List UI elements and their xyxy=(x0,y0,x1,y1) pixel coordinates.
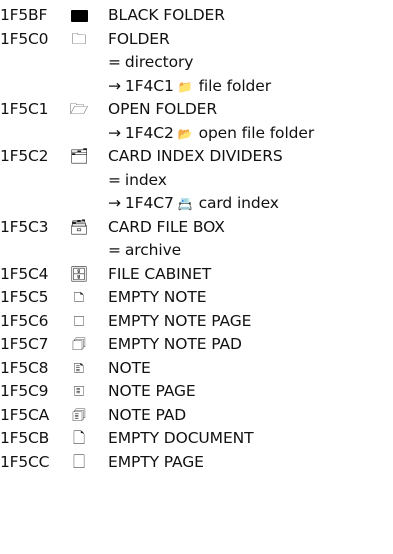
cross-reference-row: → 1F4C7 📇 card index xyxy=(0,192,393,215)
alias-text: archive xyxy=(124,241,182,259)
xref-name: file folder xyxy=(198,76,272,95)
code-point: 1F5C1 xyxy=(0,100,49,118)
entry-row: 1F5C3 🗃 CARD FILE BOX xyxy=(0,216,393,239)
xref-glyph-icon: 📇 xyxy=(177,197,193,211)
code-point: 1F5BF xyxy=(0,6,48,24)
empty-document-icon: 🗋 xyxy=(72,429,86,447)
empty-note-pad-icon: 🗇 xyxy=(72,335,86,353)
cross-reference-note: → 1F4C2 📂 open file folder xyxy=(108,122,314,146)
equals-symbol: = xyxy=(108,170,121,189)
alias-annotation-row: = archive xyxy=(0,239,393,262)
equals-symbol: = xyxy=(108,241,121,259)
cross-reference-row: → 1F4C2 📂 open file folder xyxy=(0,122,393,145)
open-folder-icon: 🗁 xyxy=(69,100,89,118)
character-name: NOTE PAGE xyxy=(108,382,196,400)
arrow-right-icon: → xyxy=(108,194,121,212)
empty-note-page-icon: 🗆 xyxy=(73,311,85,330)
entry-row: 1F5C5 🗅 EMPTY NOTE xyxy=(0,286,393,309)
code-point: 1F5CC xyxy=(0,452,50,471)
alias-text: index xyxy=(124,170,167,189)
arrow-right-icon: → xyxy=(108,123,121,142)
code-point: 1F5CA xyxy=(0,405,50,424)
alias-annotation-row: = directory xyxy=(0,51,393,74)
character-name: EMPTY NOTE xyxy=(108,288,207,306)
character-name: EMPTY DOCUMENT xyxy=(108,429,254,447)
empty-page-icon: 🗌 xyxy=(72,452,86,471)
character-name: OPEN FOLDER xyxy=(108,100,218,118)
folder-icon: 🗀 xyxy=(71,29,87,48)
character-name: EMPTY NOTE PAD xyxy=(108,335,242,353)
cross-reference-note: → 1F4C1 📁 file folder xyxy=(108,75,271,99)
character-name: CARD FILE BOX xyxy=(108,217,225,236)
entry-row: 1F5C0 🗀 FOLDER xyxy=(0,28,393,51)
alias-note: = directory xyxy=(108,51,193,74)
xref-name: card index xyxy=(198,194,279,212)
unicode-chart-listing: 1F5BF BLACK FOLDER 1F5C0 🗀 FOLDER = directory →… xyxy=(0,0,393,554)
note-icon: 🗈 xyxy=(73,358,85,377)
code-point: 1F5C5 xyxy=(0,288,49,306)
code-point: 1F5C4 xyxy=(0,264,49,283)
equals-symbol: = xyxy=(108,53,121,71)
card-file-box-icon: 🗃 xyxy=(69,217,89,236)
cross-reference-row: → 1F4C1 📁 file folder xyxy=(0,75,393,98)
alias-annotation-row: = index xyxy=(0,169,393,192)
alias-text: directory xyxy=(124,53,194,71)
entry-row: 1F5CB 🗋 EMPTY DOCUMENT xyxy=(0,427,393,450)
cross-reference-note: → 1F4C7 📇 card index xyxy=(108,192,279,216)
xref-name: open file folder xyxy=(198,123,315,142)
arrow-right-icon: → xyxy=(108,76,121,95)
entry-row: 1F5C1 🗁 OPEN FOLDER xyxy=(0,98,393,121)
code-point: 1F5C9 xyxy=(0,382,49,400)
code-point: 1F5C7 xyxy=(0,335,49,353)
character-name: BLACK FOLDER xyxy=(108,6,225,24)
black-folder-icon xyxy=(64,4,94,27)
xref-code-point: 1F4C1 xyxy=(124,76,174,95)
note-page-icon: 🗉 xyxy=(73,382,85,400)
entry-row: 1F5C9 🗉 NOTE PAGE xyxy=(0,380,393,403)
entry-row: 1F5CA 🗊 NOTE PAD xyxy=(0,404,393,427)
card-index-dividers-icon: 🗂 xyxy=(69,147,89,165)
entry-row: 1F5BF BLACK FOLDER xyxy=(0,4,393,27)
code-point: 1F5C3 xyxy=(0,217,49,236)
character-name: NOTE xyxy=(108,358,151,377)
xref-glyph-icon: 📁 xyxy=(177,79,193,94)
code-point: 1F5C8 xyxy=(0,358,49,377)
character-name: FILE CABINET xyxy=(108,264,212,283)
empty-note-icon: 🗅 xyxy=(73,288,85,306)
character-name: NOTE PAD xyxy=(108,405,187,424)
character-name: EMPTY NOTE PAGE xyxy=(108,311,252,330)
alias-note: = archive xyxy=(108,239,181,262)
xref-code-point: 1F4C2 xyxy=(124,123,174,142)
note-pad-icon: 🗊 xyxy=(72,405,86,424)
code-point: 1F5C0 xyxy=(0,29,49,48)
xref-glyph-icon: 📂 xyxy=(177,126,193,141)
code-point: 1F5CB xyxy=(0,429,50,447)
code-point: 1F5C2 xyxy=(0,147,49,165)
character-name: FOLDER xyxy=(108,29,170,48)
entry-row: 1F5C8 🗈 NOTE xyxy=(0,357,393,380)
character-name: CARD INDEX DIVIDERS xyxy=(108,147,283,165)
entry-row: 1F5C6 🗆 EMPTY NOTE PAGE xyxy=(0,310,393,333)
entry-row: 1F5C2 🗂 CARD INDEX DIVIDERS xyxy=(0,145,393,168)
character-name: EMPTY PAGE xyxy=(108,452,204,471)
alias-note: = index xyxy=(108,169,167,192)
entry-row: 1F5C7 🗇 EMPTY NOTE PAD xyxy=(0,333,393,356)
entry-row: 1F5C4 🗄 FILE CABINET xyxy=(0,263,393,286)
code-point: 1F5C6 xyxy=(0,311,49,330)
entry-row: 1F5CC 🗌 EMPTY PAGE xyxy=(0,451,393,474)
file-cabinet-icon: 🗄 xyxy=(69,264,89,283)
xref-code-point: 1F4C7 xyxy=(124,194,174,212)
